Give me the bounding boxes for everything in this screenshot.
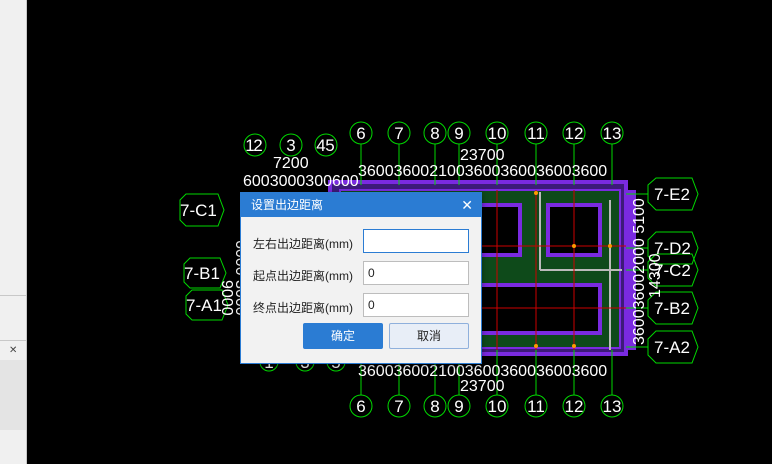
end-distance-row: 终点出边距离(mm)	[253, 293, 469, 319]
axis-label: 2	[253, 136, 262, 155]
axis-label: 6	[356, 397, 365, 416]
axis-label: 7-C1	[180, 201, 217, 220]
axis-label: 5	[325, 136, 334, 155]
edge-distance-dialog: 设置出边距离 ✕ 左右出边距离(mm) 起点出边距离(mm) 终点出边距离(mm…	[240, 192, 482, 364]
dimension-text: 6003000300600	[243, 173, 359, 190]
lr-distance-row: 左右出边距离(mm)	[253, 229, 469, 255]
dimension-total: 14300	[647, 253, 664, 298]
dimension-total: 23700	[460, 378, 505, 395]
top-axis-labels: 1 2 3 4 5 6 7 8 9 10 11 12 13	[245, 124, 621, 155]
axis-label: 7-E2	[654, 185, 690, 204]
axis-label: 9	[454, 124, 463, 143]
right-dimensions: 360036002000 5100 14300	[631, 198, 664, 345]
start-distance-label: 起点出边距离(mm)	[253, 269, 353, 283]
dimension-text: 3600360021003600360036003600	[358, 163, 607, 180]
bottom-dimensions: 3600360021003600360036003600 23700	[358, 363, 607, 395]
axis-label: 8	[430, 397, 439, 416]
end-distance-input[interactable]	[363, 293, 469, 317]
dialog-titlebar[interactable]: 设置出边距离 ✕	[241, 193, 481, 217]
confirm-button[interactable]: 确定	[303, 323, 383, 349]
dimension-total: 23700	[460, 147, 505, 164]
cancel-button[interactable]: 取消	[389, 323, 469, 349]
axis-label: 7	[394, 124, 403, 143]
axis-label: 7-A2	[654, 338, 690, 357]
start-distance-input[interactable]	[363, 261, 469, 285]
axis-label: 9	[454, 397, 463, 416]
axis-label: 13	[603, 124, 622, 143]
axis-label: 12	[565, 124, 584, 143]
axis-label: 10	[488, 397, 507, 416]
axis-label: 7	[394, 397, 403, 416]
lr-distance-input[interactable]	[363, 229, 469, 253]
axis-label: 7-A1	[186, 296, 222, 315]
axis-label: 6	[356, 124, 365, 143]
axis-label: 3	[286, 136, 295, 155]
close-icon[interactable]: ✕	[461, 193, 473, 217]
dimension-text: 7200	[273, 155, 309, 172]
axis-label: 10	[488, 124, 507, 143]
dimension-text: 360036002000 5100	[631, 198, 648, 345]
axis-label: 13	[603, 397, 622, 416]
end-distance-label: 终点出边距离(mm)	[253, 301, 353, 315]
dialog-title: 设置出边距离	[251, 198, 324, 212]
start-distance-row: 起点出边距离(mm)	[253, 261, 469, 287]
lr-distance-label: 左右出边距离(mm)	[253, 237, 353, 251]
axis-label: 11	[527, 124, 545, 143]
axis-label: 8	[430, 124, 439, 143]
axis-label: 7-B1	[184, 264, 220, 283]
axis-label: 11	[527, 397, 545, 416]
axis-label: 7-B2	[654, 299, 690, 318]
axis-label: 12	[565, 397, 584, 416]
